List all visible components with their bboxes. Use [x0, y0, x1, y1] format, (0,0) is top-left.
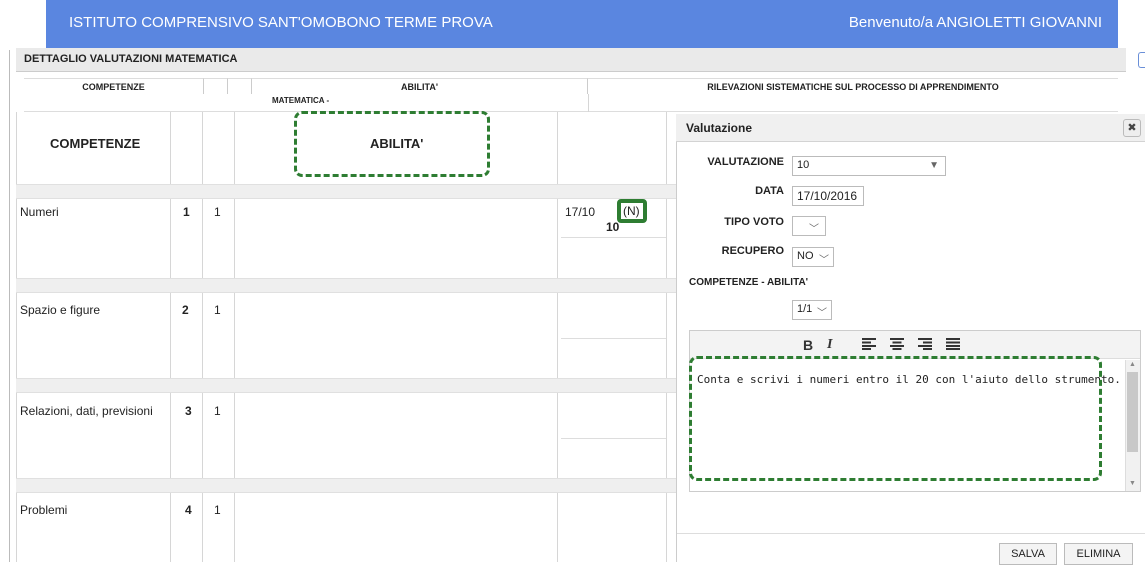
school-name: ISTITUTO COMPRENSIVO SANT'OMOBONO TERME …: [69, 14, 493, 31]
data-input[interactable]: 17/10/2016: [792, 186, 864, 206]
col-header-blank-1: [204, 78, 228, 94]
dialog-title: Valutazione: [676, 114, 1145, 142]
rating-grade[interactable]: 10: [606, 220, 619, 234]
row-sub-number: 1: [214, 303, 221, 317]
app-header: ISTITUTO COMPRENSIVO SANT'OMOBONO TERME …: [46, 0, 1118, 48]
rating-tag[interactable]: (N): [623, 204, 640, 218]
row-sub-number: 1: [214, 205, 221, 219]
row-label: Relazioni, dati, previsioni: [20, 404, 153, 418]
row-separator: [16, 478, 676, 493]
row-label: Numeri: [20, 205, 59, 219]
highlight-abilita: [294, 111, 490, 177]
recupero-select[interactable]: NO ﹀: [792, 247, 834, 267]
row-separator: [16, 278, 676, 293]
align-center-icon[interactable]: [890, 337, 904, 355]
sub-header-row: [24, 94, 1118, 112]
row-number: 1: [183, 205, 190, 219]
competenze-abilita-select[interactable]: 1/1 ﹀: [792, 300, 832, 320]
bold-button[interactable]: B: [803, 337, 813, 353]
row-number: 3: [185, 404, 192, 418]
panel-edge-tab[interactable]: [1138, 52, 1145, 68]
col-header-competenze: COMPETENZE: [24, 78, 204, 94]
grid-header-competenze: COMPETENZE: [50, 136, 141, 151]
align-left-icon[interactable]: [862, 337, 876, 355]
competenze-abilita-value: 1/1: [797, 303, 813, 315]
subject-label: MATEMATICA -: [272, 96, 330, 105]
valutazione-value: 10: [797, 159, 810, 171]
col-header-abilita: ABILITA': [252, 78, 588, 94]
recupero-label: RECUPERO: [721, 245, 784, 257]
grid-vline-2: [202, 112, 203, 562]
row-sub-number: 1: [214, 404, 221, 418]
italic-button[interactable]: I: [827, 337, 832, 353]
chevron-down-icon: ﹀: [819, 255, 829, 266]
tipo-voto-select[interactable]: ﹀: [792, 216, 826, 236]
rating-date: 17/10: [565, 205, 596, 219]
align-justify-icon[interactable]: [946, 337, 960, 355]
cell-line: [561, 237, 666, 238]
col-header-rilevazioni: RILEVAZIONI SISTEMATICHE SUL PROCESSO DI…: [588, 78, 1118, 94]
left-divider: [9, 50, 10, 562]
cell-line: [561, 338, 666, 339]
editor-scrollbar-thumb[interactable]: [1127, 372, 1138, 452]
grid-vline-3: [234, 112, 235, 562]
sub-header-divider: [588, 94, 589, 112]
col-header-blank-2: [228, 78, 252, 94]
cell-line: [561, 438, 666, 439]
scroll-down-icon[interactable]: ▼: [1129, 480, 1136, 487]
close-icon[interactable]: ✖: [1123, 119, 1141, 137]
valutazione-label: VALUTAZIONE: [707, 156, 784, 168]
row-separator: [16, 378, 676, 393]
grid-vline-4: [557, 112, 558, 562]
welcome-user: Benvenuto/a ANGIOLETTI GIOVANNI: [848, 14, 1102, 31]
scroll-up-icon[interactable]: ▲: [1129, 361, 1136, 368]
competenze-abilita-label: COMPETENZE - ABILITA': [689, 277, 809, 288]
row-sub-number: 1: [214, 503, 221, 517]
grid-vline-5: [666, 112, 667, 562]
editor-toolbar: [690, 331, 1140, 359]
row-label: Spazio e figure: [20, 303, 101, 317]
grid-vline-1: [170, 112, 171, 562]
highlight-editor-text: [689, 356, 1102, 481]
chevron-down-icon: ﹀: [817, 308, 827, 319]
data-label: DATA: [755, 185, 784, 197]
dialog-footer-divider: [677, 533, 1145, 534]
tipo-voto-label: TIPO VOTO: [724, 216, 784, 228]
valutazione-select[interactable]: 10 ▼: [792, 156, 946, 176]
dropdown-arrow-icon: ▼: [929, 160, 939, 171]
row-separator: [16, 184, 676, 199]
recupero-value: NO: [797, 250, 814, 262]
align-right-icon[interactable]: [918, 337, 932, 355]
panel-title: DETTAGLIO VALUTAZIONI MATEMATICA: [16, 48, 1126, 72]
grid-vline-0: [16, 112, 17, 562]
row-number: 4: [185, 503, 192, 517]
row-number: 2: [182, 303, 189, 317]
row-label: Problemi: [20, 503, 68, 517]
chevron-down-icon: ﹀: [809, 224, 819, 235]
